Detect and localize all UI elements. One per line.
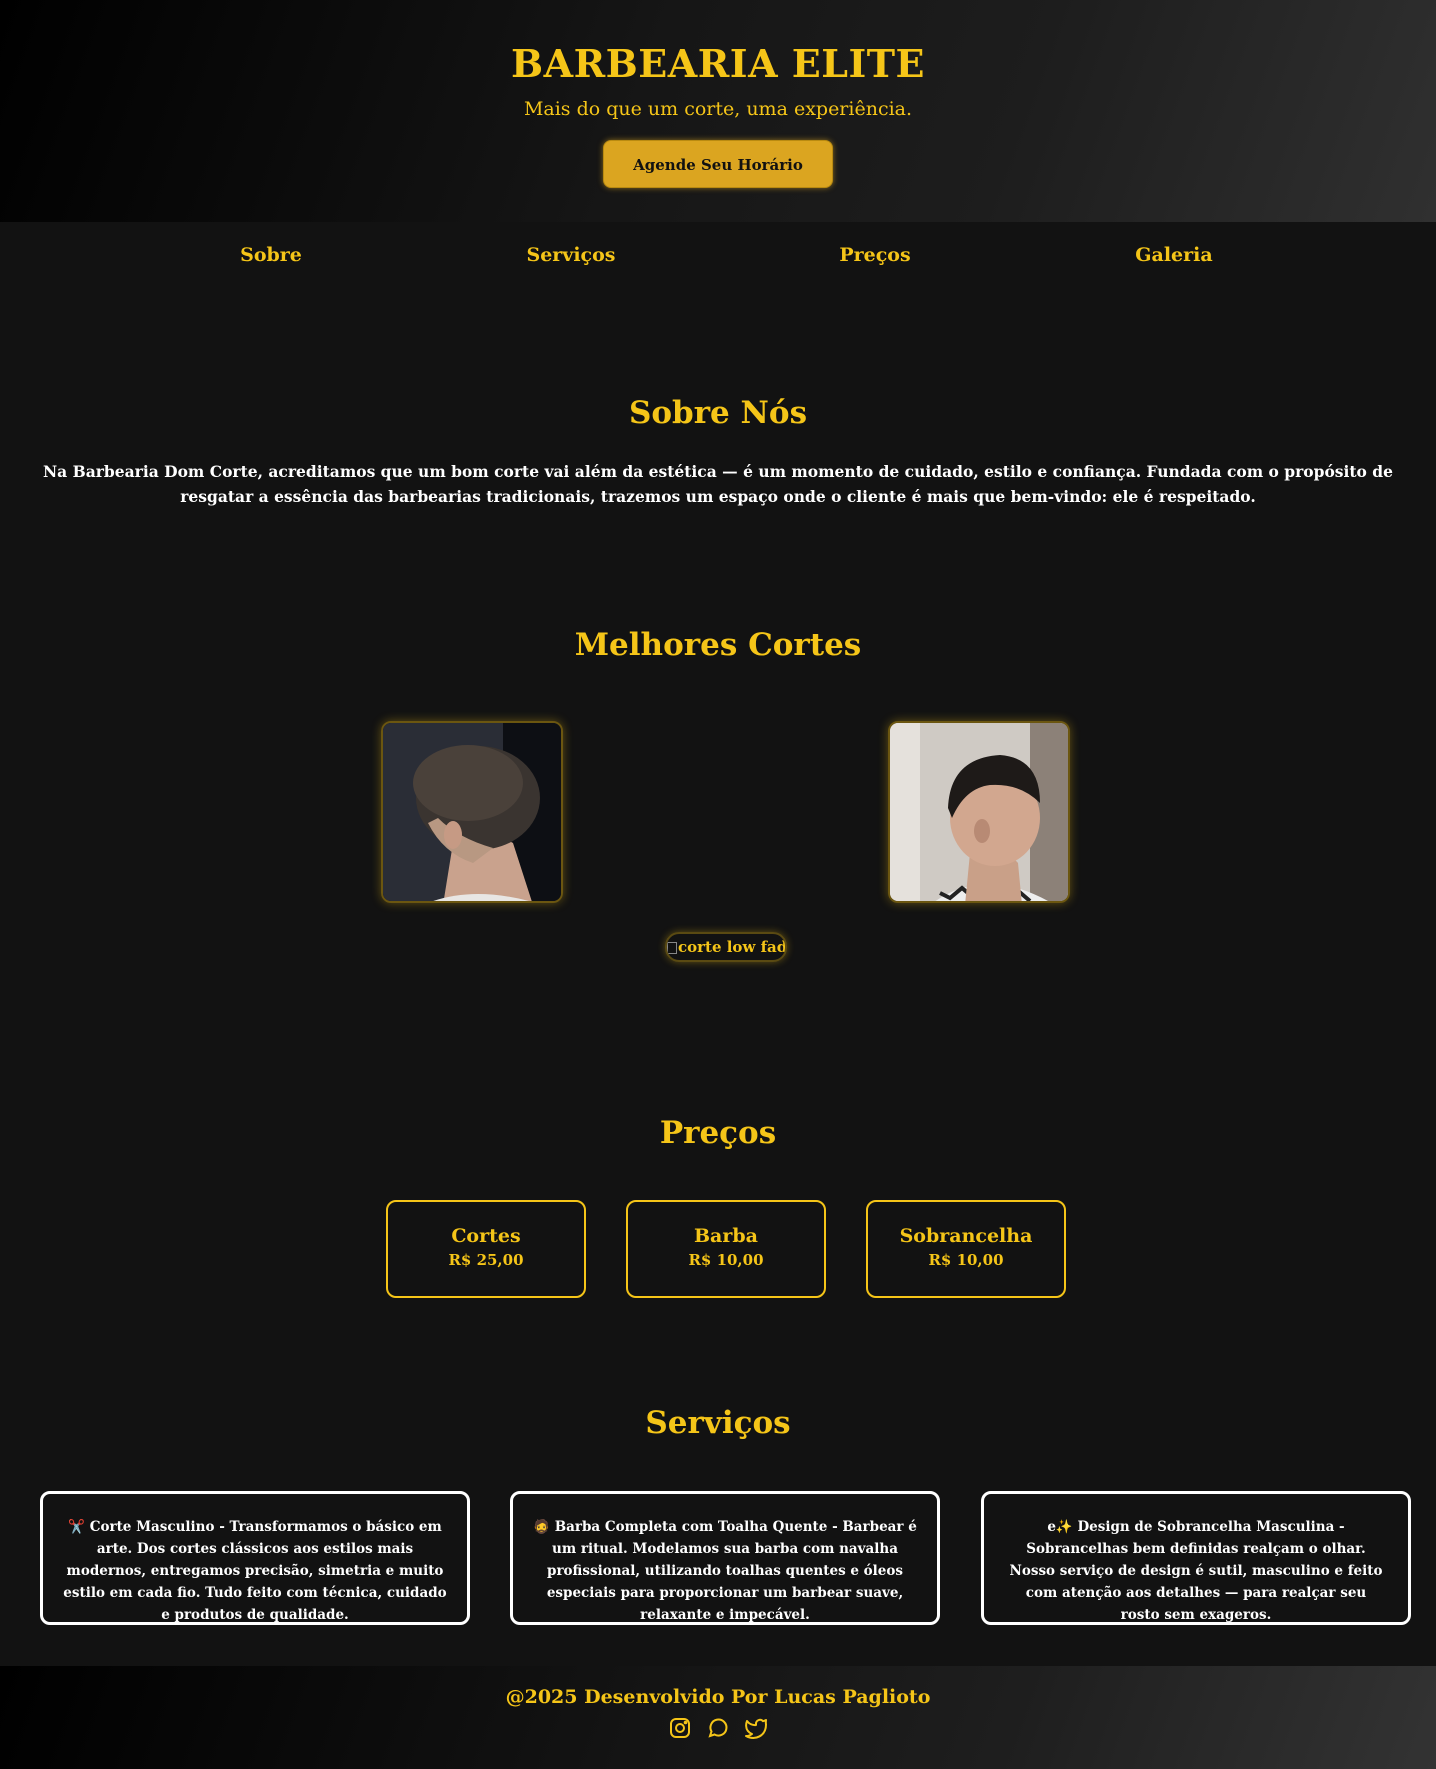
site-tagline: Mais do que um corte, uma experiência.: [523, 98, 913, 120]
service-card-corte: ✂️ Corte Masculino - Transformamos o bás…: [40, 1491, 470, 1625]
haircut-photo-1-image: [383, 723, 561, 901]
about-text: Na Barbearia Dom Corte, acreditamos que …: [43, 462, 1393, 506]
about-section: Sobre Nós Na Barbearia Dom Corte, acredi…: [0, 395, 1436, 509]
broken-image-alt: corte low fade: [678, 938, 787, 956]
nav-link-galeria[interactable]: Galeria: [1135, 244, 1212, 266]
haircut-photo-2-image: [890, 723, 1068, 901]
price-name: Sobrancelha: [899, 1225, 1033, 1247]
price-value: R$ 10,00: [688, 1251, 764, 1269]
haircut-photo-3-broken: corte low fade: [665, 932, 787, 962]
gallery-section: Melhores Cortes corte low fade: [0, 627, 1436, 967]
site-footer: @2025 Desenvolvido Por Lucas Paglioto: [0, 1666, 1436, 1769]
instagram-icon[interactable]: [668, 1716, 692, 1740]
haircut-photo-2: [888, 721, 1070, 903]
gallery-title: Melhores Cortes: [574, 627, 862, 663]
services-title: Serviços: [645, 1405, 791, 1441]
service-card-sobrancelha: e✨ Design de Sobrancelha Masculina - Sob…: [981, 1491, 1411, 1625]
prices-title: Preços: [659, 1115, 777, 1151]
services-section: Serviços ✂️ Corte Masculino - Transforma…: [0, 1405, 1436, 1625]
price-value: R$ 10,00: [928, 1251, 1004, 1269]
social-links: [0, 1716, 1436, 1740]
price-value: R$ 25,00: [448, 1251, 524, 1269]
book-appointment-button[interactable]: Agende Seu Horário: [603, 140, 833, 188]
scissors-icon: ✂️: [68, 1519, 85, 1535]
nav-link-precos[interactable]: Preços: [839, 244, 910, 266]
price-name: Barba: [694, 1225, 758, 1247]
sparkles-icon: e✨: [1047, 1519, 1073, 1535]
nav-link-sobre[interactable]: Sobre: [240, 244, 302, 266]
service-text: Corte Masculino - Transformamos o básico…: [63, 1519, 447, 1623]
main-nav: Sobre Serviços Preços Galeria: [0, 222, 1436, 290]
about-title: Sobre Nós: [628, 395, 808, 431]
price-card-barba: Barba R$ 10,00: [626, 1200, 826, 1298]
service-card-barba: 🧔 Barba Completa com Toalha Quente - Bar…: [510, 1491, 940, 1625]
whatsapp-icon[interactable]: [706, 1716, 730, 1740]
twitter-icon[interactable]: [744, 1716, 768, 1740]
site-title: BARBEARIA ELITE: [510, 41, 925, 86]
nav-link-servicos[interactable]: Serviços: [526, 244, 615, 266]
beard-icon: 🧔: [533, 1519, 550, 1535]
price-card-cortes: Cortes R$ 25,00: [386, 1200, 586, 1298]
broken-image-icon: [667, 942, 677, 954]
price-card-sobrancelha: Sobrancelha R$ 10,00: [866, 1200, 1066, 1298]
prices-section: Preços Cortes R$ 25,00 Barba R$ 10,00 So…: [0, 1115, 1436, 1298]
footer-credit: @2025 Desenvolvido Por Lucas Paglioto: [505, 1686, 931, 1708]
site-header: BARBEARIA ELITE Mais do que um corte, um…: [0, 0, 1436, 222]
service-text: Barba Completa com Toalha Quente - Barbe…: [546, 1519, 917, 1623]
price-name: Cortes: [451, 1225, 521, 1247]
haircut-photo-1: [381, 721, 563, 903]
